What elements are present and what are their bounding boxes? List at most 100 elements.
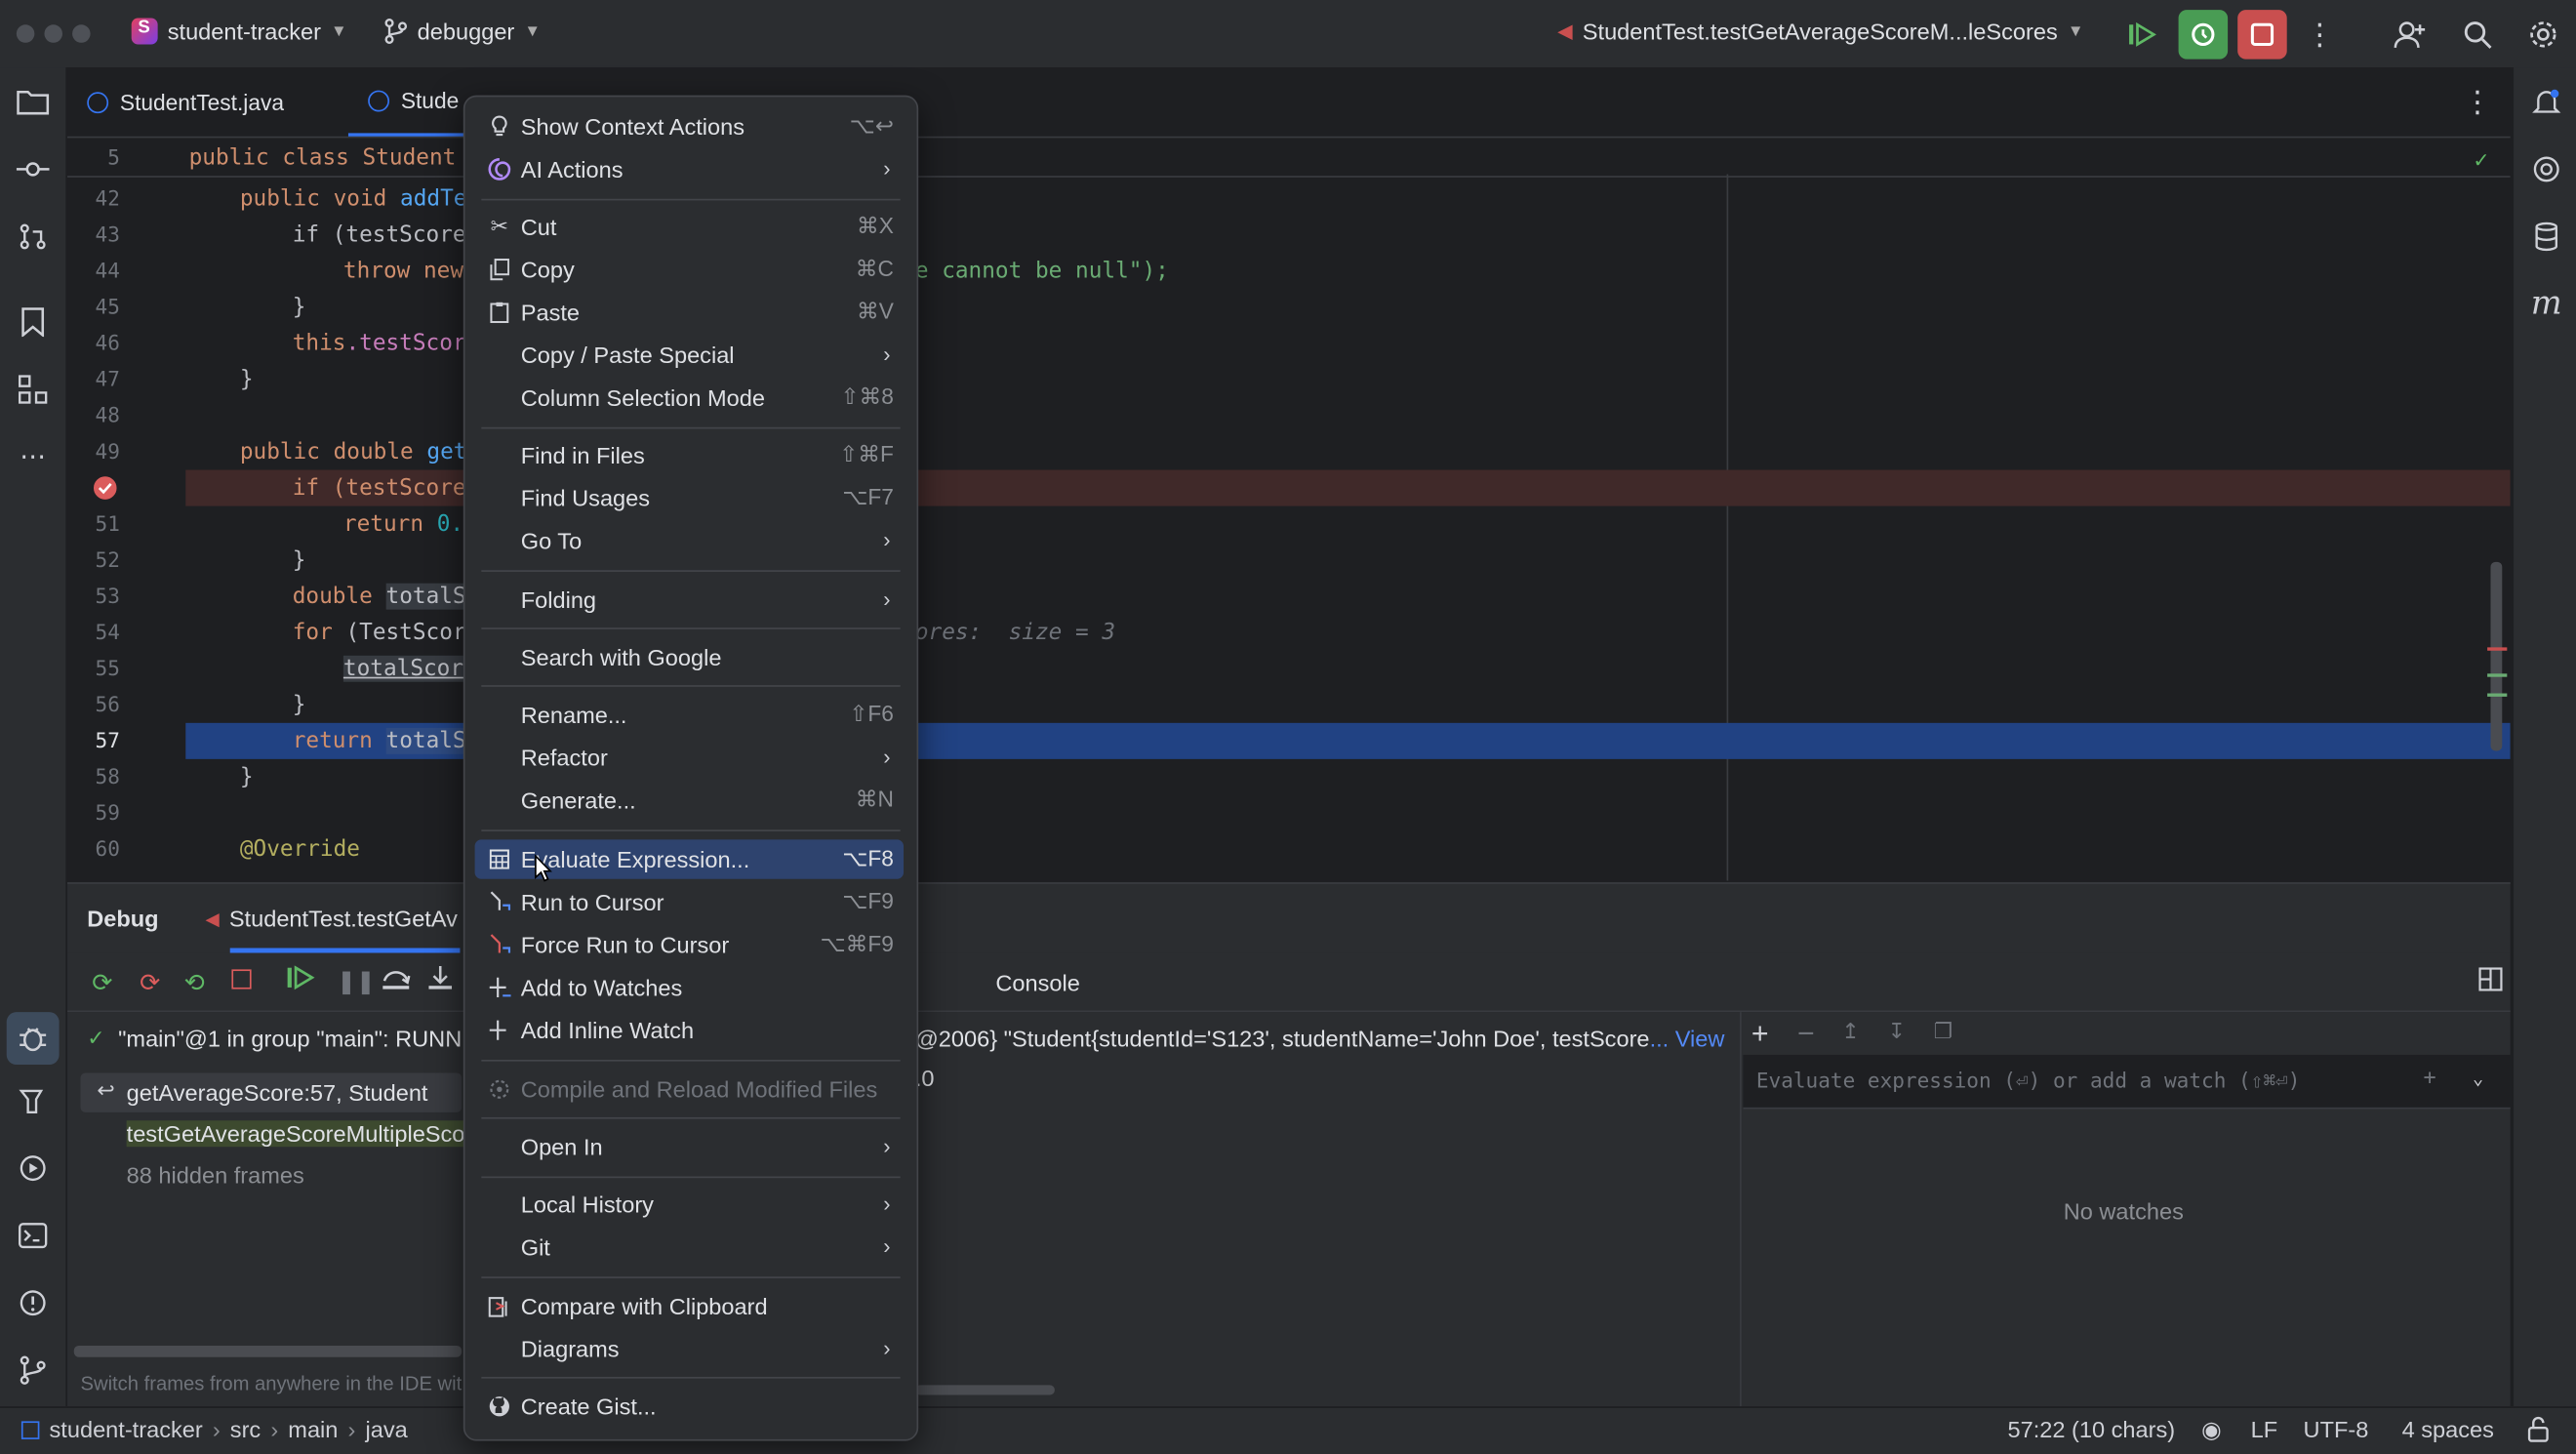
maven-icon[interactable]: m xyxy=(2527,283,2566,322)
breadcrumb-item[interactable]: src xyxy=(230,1416,261,1442)
menu-item-rename[interactable]: Rename... ⇧F6 xyxy=(475,695,904,734)
stop-icon[interactable] xyxy=(231,969,252,990)
breadcrumb-item[interactable]: main xyxy=(288,1416,338,1442)
variables-scrollbar[interactable] xyxy=(914,1385,1055,1395)
move-up-icon[interactable]: ↥ xyxy=(1841,1019,1859,1045)
lock-icon[interactable] xyxy=(2527,1416,2551,1442)
breadcrumb-item[interactable]: student-tracker xyxy=(50,1416,203,1442)
menu-item-git[interactable]: Git › xyxy=(475,1228,904,1267)
notifications-icon[interactable] xyxy=(2527,82,2566,121)
menu-item-paste[interactable]: Paste ⌘V xyxy=(475,293,904,332)
menu-item-add-inline-watch[interactable]: Add Inline Watch xyxy=(475,1010,904,1049)
more-vertical-icon[interactable]: ⋮ xyxy=(2302,17,2338,53)
step-over-icon[interactable] xyxy=(382,964,411,990)
menu-separator xyxy=(481,426,901,429)
menu-item-run-to-cursor[interactable]: Run to Cursor ⌥F9 xyxy=(475,882,904,921)
commit-icon[interactable] xyxy=(13,149,52,188)
frames-scrollbar[interactable] xyxy=(73,1345,463,1357)
menu-item-copy[interactable]: Copy ⌘C xyxy=(475,250,904,289)
indent-setting[interactable]: 4 spaces xyxy=(2402,1416,2494,1442)
menu-item-find-usages[interactable]: Find Usages ⌥F7 xyxy=(475,478,904,517)
menu-item-open-in[interactable]: Open In › xyxy=(475,1127,904,1166)
cursor-position[interactable]: 57:22 (10 chars) xyxy=(2007,1416,2175,1442)
menu-item-diagrams[interactable]: Diagrams › xyxy=(475,1329,904,1368)
menu-item-go-to[interactable]: Go To › xyxy=(475,521,904,560)
frame-row-selected[interactable]: ↩ getAverageScore:57, Student xyxy=(80,1072,463,1112)
watch-input[interactable]: Evaluate expression (⏎) or add a watch (… xyxy=(1743,1054,2511,1110)
menu-item-force-run-to-cursor[interactable]: Force Run to Cursor ⌥⌘F9 xyxy=(475,925,904,964)
pause-icon[interactable]: ❚❚ xyxy=(337,968,376,996)
menu-item-generate[interactable]: Generate... ⌘N xyxy=(475,781,904,820)
terminal-icon[interactable] xyxy=(13,1216,52,1255)
menu-item-create-gist[interactable]: Create Gist... xyxy=(475,1387,904,1426)
resume-icon[interactable] xyxy=(286,964,315,990)
window-minimize-button[interactable] xyxy=(44,24,62,43)
menu-item-folding[interactable]: Folding › xyxy=(475,580,904,619)
rerun-failed-icon[interactable]: ⟳ xyxy=(140,968,160,997)
resume-icon[interactable] xyxy=(2124,17,2160,53)
breakpoint-icon[interactable] xyxy=(93,476,117,500)
bookmark-icon[interactable] xyxy=(13,303,52,342)
line-separator[interactable]: LF xyxy=(2251,1416,2278,1442)
problems-icon[interactable] xyxy=(13,1283,52,1322)
hidden-frames-label[interactable]: 88 hidden frames xyxy=(127,1161,304,1188)
menu-item-cut[interactable]: ✂ Cut ⌘X xyxy=(475,207,904,246)
menu-item-column-selection[interactable]: Column Selection Mode ⇧⌘8 xyxy=(475,378,904,417)
ai-assistant-icon[interactable] xyxy=(2527,149,2566,188)
tab-console[interactable]: Console xyxy=(995,969,1080,995)
window-maximize-button[interactable] xyxy=(72,24,91,43)
frame-row[interactable]: testGetAverageScoreMultipleSco xyxy=(126,1120,465,1148)
menu-item-copy-paste-special[interactable]: Copy / Paste Special › xyxy=(475,335,904,374)
git-icon[interactable] xyxy=(13,1351,52,1390)
menu-item-label: Copy xyxy=(520,256,575,283)
reload-classes-icon[interactable]: ⟲ xyxy=(184,968,205,997)
window-close-button[interactable] xyxy=(16,24,35,43)
variable-row[interactable]: @2006} "Student{studentId='S123', studen… xyxy=(915,1026,1725,1052)
services-icon[interactable] xyxy=(13,1149,52,1188)
debug-session-tab[interactable]: ◀ StudentTest.testGetAv xyxy=(205,906,457,932)
project-selector[interactable]: S student-tracker ▼ xyxy=(131,18,347,45)
branch-selector[interactable]: debugger ▼ xyxy=(384,19,541,44)
more-horizontal-icon[interactable]: ⋯ xyxy=(13,437,52,476)
view-link[interactable]: ... View xyxy=(1650,1026,1725,1052)
duplicate-icon[interactable]: ❐ xyxy=(1934,1019,1953,1045)
search-icon[interactable] xyxy=(2459,17,2495,53)
code-editor[interactable]: 5 public class Student ✓ 42 public void … xyxy=(67,138,2511,881)
menu-item-add-to-watches[interactable]: Add to Watches xyxy=(475,968,904,1007)
folder-icon[interactable] xyxy=(13,82,52,121)
editor-scrollbar[interactable] xyxy=(2490,561,2503,751)
stop-button[interactable] xyxy=(2237,10,2287,60)
menu-item-show-context-actions[interactable]: Show Context Actions ⌥↩ xyxy=(475,106,904,145)
add-user-icon[interactable] xyxy=(2392,17,2428,53)
menu-item-ai-actions[interactable]: AI Actions › xyxy=(475,149,904,188)
tab-student[interactable]: Stude xyxy=(347,69,479,137)
thread-selector[interactable]: ✓ "main"@1 in group "main": RUNNI xyxy=(87,1026,468,1052)
step-into-icon[interactable] xyxy=(427,964,454,990)
chevron-down-icon[interactable]: ⌄ xyxy=(2473,1068,2483,1089)
pull-request-icon[interactable] xyxy=(13,217,52,256)
add-watch-icon[interactable]: + xyxy=(1751,1017,1769,1051)
add-watch-icon[interactable]: + xyxy=(2423,1067,2435,1091)
move-down-icon[interactable]: ↧ xyxy=(1888,1019,1906,1045)
tab-student-test[interactable]: StudentTest.java xyxy=(87,69,284,137)
database-icon[interactable] xyxy=(2527,217,2566,256)
file-encoding[interactable]: UTF-8 xyxy=(2304,1416,2369,1442)
structure-icon[interactable] xyxy=(13,370,52,409)
menu-item-search-google[interactable]: Search with Google xyxy=(475,637,904,676)
menu-item-local-history[interactable]: Local History › xyxy=(475,1185,904,1224)
remove-watch-icon[interactable]: − xyxy=(1797,1017,1815,1051)
build-icon[interactable] xyxy=(13,1081,52,1120)
menu-item-compare-clipboard[interactable]: Compare with Clipboard xyxy=(475,1286,904,1325)
breadcrumb-item[interactable]: java xyxy=(365,1416,407,1442)
line-number: 47 xyxy=(95,366,120,391)
debug-tool-icon[interactable] xyxy=(6,1012,60,1066)
layout-icon[interactable] xyxy=(2477,966,2504,992)
ai-status-icon[interactable]: ◉ xyxy=(2201,1416,2222,1444)
gear-icon[interactable] xyxy=(2525,17,2561,53)
run-config-selector[interactable]: ◀ StudentTest.testGetAverageScoreM...leS… xyxy=(1557,19,2083,45)
menu-item-refactor[interactable]: Refactor › xyxy=(475,738,904,777)
rerun-icon[interactable]: ⟳ xyxy=(92,968,112,997)
menu-item-find-in-files[interactable]: Find in Files ⇧⌘F xyxy=(475,435,904,474)
tab-options-icon[interactable]: ⋮ xyxy=(2463,86,2492,120)
rerun-debug-button[interactable] xyxy=(2178,10,2229,60)
